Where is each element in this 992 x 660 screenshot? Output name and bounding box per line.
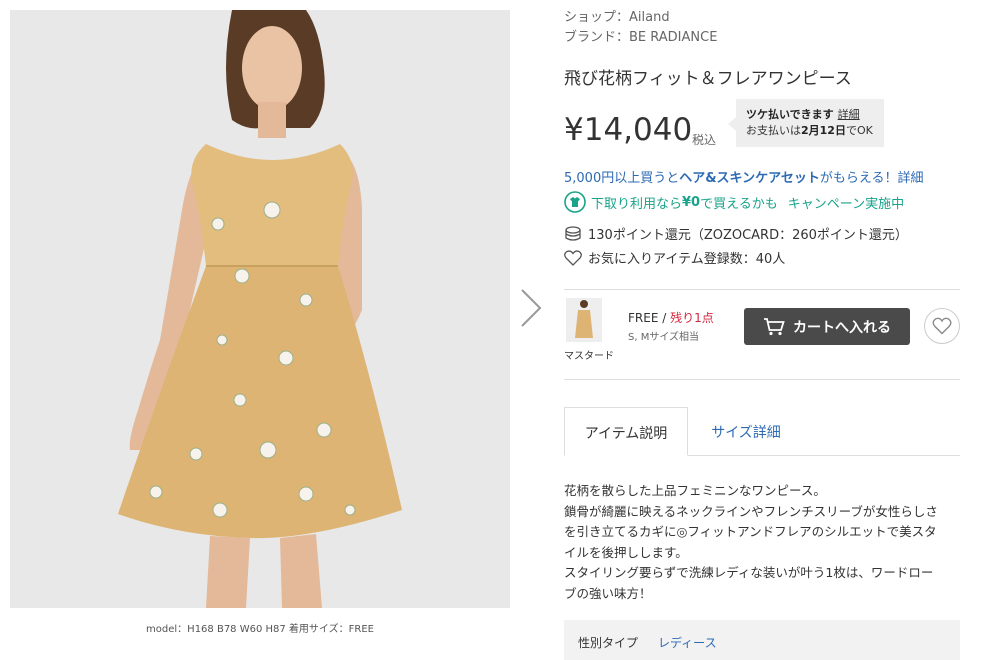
description-line: スタイリング要らずで洗練レディな装いが叶う1枚は、ワードロー (564, 565, 934, 580)
color-thumbnail[interactable] (566, 298, 602, 342)
spec-table: 性別タイプ レディース (564, 620, 960, 660)
add-to-cart-label: カートへ入れる (793, 319, 891, 336)
description-line: 鎖骨が綺麗に映えるネックラインやフレンチスリーブが女性らしさ (564, 503, 938, 519)
tradein-promo-bold: ¥0 (682, 194, 701, 210)
chevron-right-icon (521, 289, 542, 327)
color-name: マスタード (564, 351, 614, 362)
favorites-count: お気に入りアイテム登録数：40人 (564, 248, 785, 267)
description-line: ブの強い味方！ (564, 585, 652, 601)
points-info: 130ポイント還元（ZOZOCARD：260ポイント還元） (564, 224, 908, 243)
haircare-promo-pre: 5,000円以上買うと (564, 171, 680, 186)
payment-date-pre: お支払いは (746, 124, 801, 137)
heart-outline-icon (564, 249, 582, 266)
product-title: 飛び花柄フィット＆フレアワンピース (564, 69, 852, 89)
next-image-arrow[interactable] (518, 288, 544, 328)
description-line: を引き立てるカギに◎フィットアンドフレアのシルエットで美スタ (564, 524, 937, 539)
tax-label: 税込 (692, 133, 717, 147)
haircare-promo-bold: ヘア&スキンケアセット (679, 171, 820, 186)
size-stock-line: FREE / 残り1点 (628, 309, 714, 326)
size-note: S, Mサイズ相当 (628, 332, 700, 343)
size-separator: / (658, 311, 671, 325)
coin-stack-icon (565, 225, 581, 241)
tab-size-details[interactable]: サイズ詳細 (696, 407, 796, 455)
tab-item-description[interactable]: アイテム説明 (564, 407, 688, 456)
spec-value-link[interactable]: レディース (658, 636, 717, 650)
description-line: イルを後押しします。 (564, 544, 688, 560)
campaign-label: キャンペーン実施中 (787, 196, 905, 212)
info-tabs: アイテム説明 サイズ詳細 (564, 407, 960, 456)
payment-date: 2月12日 (801, 124, 846, 137)
deferred-payment-title: ツケ払いできます (746, 108, 834, 121)
price: ¥14,040 (564, 112, 693, 148)
deferred-payment-detail-link[interactable]: 詳細 (838, 108, 860, 121)
cart-icon (764, 317, 785, 335)
model-info-caption: model：H168 B78 W60 H87 着用サイズ：FREE (146, 624, 374, 635)
product-photo (10, 10, 510, 608)
size-label: FREE (628, 311, 659, 325)
tradein-promo-link[interactable]: 下取り利用なら ¥0 で買えるかも キャンペーン実施中 (564, 191, 904, 213)
tradein-promo-pre: 下取り利用なら (591, 196, 683, 212)
tradein-promo-post: で買えるかも (700, 196, 778, 212)
haircare-promo-link[interactable]: 5,000円以上買うとヘア&スキンケアセットがもらえる！詳細 (564, 167, 924, 186)
deferred-payment-box: ツケ払いできます 詳細 お支払いは2月12日でOK (728, 99, 884, 147)
item-description: 花柄を散らした上品フェミニンなワンピース。 鎖骨が綺麗に映えるネックラインやフレ… (564, 481, 964, 604)
heart-icon (932, 317, 952, 335)
shop-line[interactable]: ショップ：Ailand (564, 8, 670, 28)
description-line: 花柄を散らした上品フェミニンなワンピース。 (564, 483, 826, 498)
favorites-text: お気に入りアイテム登録数：40人 (588, 252, 786, 267)
divider (564, 289, 960, 290)
spec-label: 性別タイプ (578, 636, 639, 650)
payment-date-post: でOK (845, 124, 873, 137)
thumbnail-image (566, 298, 602, 342)
haircare-promo-post: がもらえる！詳細 (819, 171, 924, 186)
add-to-cart-button[interactable]: カートへ入れる (744, 308, 910, 345)
divider (564, 379, 960, 380)
tshirt-cycle-icon (564, 191, 586, 213)
model-dress-image (10, 10, 510, 608)
points-text: 130ポイント還元（ZOZOCARD：260ポイント還元） (588, 228, 908, 243)
brand-line[interactable]: ブランド：BE RADIANCE (564, 28, 717, 48)
favorite-button[interactable] (924, 308, 960, 344)
stock-label: 残り1点 (670, 311, 714, 325)
